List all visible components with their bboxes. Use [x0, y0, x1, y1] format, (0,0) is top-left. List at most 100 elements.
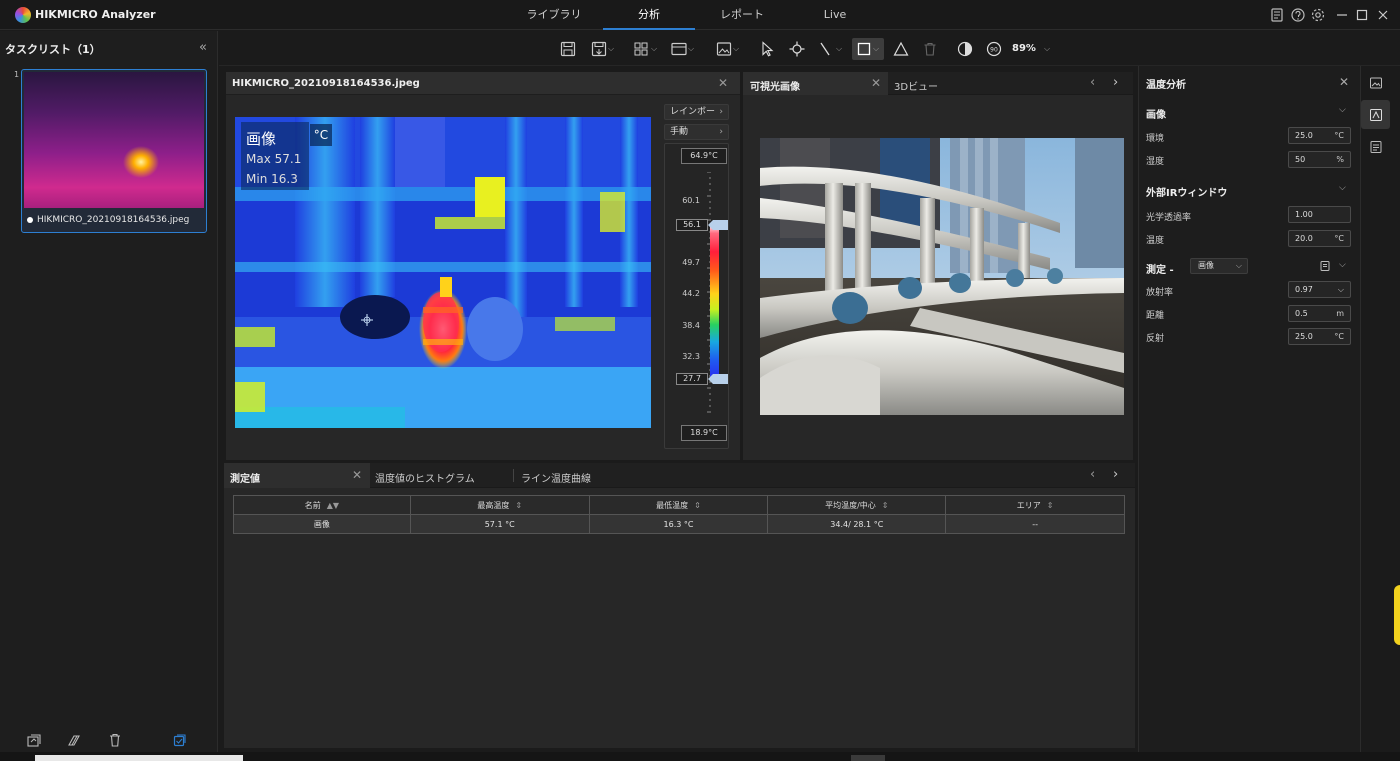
table-cell: 57.1 °C	[409, 514, 590, 534]
tab-library[interactable]: ライブラリ	[514, 0, 594, 30]
column-header[interactable]: エリア ⇕	[945, 495, 1125, 515]
settings-icon[interactable]	[1310, 7, 1326, 23]
temperature-analysis-icon[interactable]	[1369, 108, 1383, 122]
ir-temp-input[interactable]: 20.0 °C	[1288, 230, 1351, 247]
line-dropdown-icon[interactable]: ⌵	[836, 44, 842, 54]
task-index: 1	[14, 70, 20, 79]
measurements-close-icon[interactable]: ✕	[352, 468, 362, 482]
tab-analysis[interactable]: 分析	[603, 0, 695, 30]
transmittance-label: 光学透過率	[1146, 213, 1192, 223]
batch-icon[interactable]	[66, 732, 82, 748]
rectangle-tool-icon[interactable]	[855, 40, 873, 58]
display-dropdown-icon[interactable]: ⌵	[688, 44, 694, 54]
rotate-90-icon[interactable]: 90	[985, 40, 1003, 58]
column-header[interactable]: 名前 ▲▼	[233, 495, 411, 515]
table-cell: 16.3 °C	[588, 514, 769, 534]
contrast-icon[interactable]	[956, 40, 974, 58]
visible-close-icon[interactable]: ✕	[871, 76, 881, 90]
high-marker-value[interactable]: 56.1	[676, 219, 708, 231]
ambient-input[interactable]: 25.0 °C	[1288, 127, 1351, 144]
table-cell: --	[945, 514, 1125, 534]
zoom-dropdown-icon[interactable]: ⌵	[1044, 44, 1050, 54]
scale-min-input[interactable]: 18.9°C	[681, 425, 727, 441]
scale-tick-label: 32.3	[682, 352, 700, 361]
column-header[interactable]: 最低温度 ⇕	[588, 495, 769, 515]
task-list-title: タスクリスト（1）	[5, 43, 101, 56]
layout-dropdown-icon[interactable]: ⌵	[651, 44, 657, 54]
reflected-input[interactable]: 25.0 °C	[1288, 328, 1351, 345]
image-edit-dropdown-icon[interactable]: ⌵	[733, 44, 739, 54]
emissivity-select[interactable]: 0.97 ⌵	[1288, 281, 1351, 298]
tab-line-curve[interactable]: ライン温度曲線	[521, 470, 591, 485]
tab-3d-view[interactable]: 3Dビュー	[894, 78, 938, 93]
delete-task-icon[interactable]	[107, 732, 123, 748]
point-tool-icon[interactable]	[788, 40, 806, 58]
notes-icon[interactable]	[1269, 7, 1285, 23]
app-logo-icon	[15, 7, 31, 23]
chevron-right-icon: ›	[719, 127, 723, 137]
tab-histogram[interactable]: 温度値のヒストグラム	[375, 470, 475, 485]
chevron-down-icon[interactable]: ⌵	[1339, 105, 1346, 115]
pointer-icon[interactable]	[758, 40, 776, 58]
distance-input[interactable]: 0.5 m	[1288, 305, 1351, 322]
range-mode-selector[interactable]: 手動 ›	[664, 124, 729, 140]
minimize-icon[interactable]	[1334, 7, 1350, 23]
right-icon-bar	[1360, 66, 1400, 761]
close-icon[interactable]	[1375, 7, 1391, 23]
tab-report[interactable]: レポート	[700, 0, 784, 30]
layout-grid-icon[interactable]	[633, 40, 651, 58]
import-icon[interactable]	[26, 732, 42, 748]
chevron-right-icon[interactable]: ›	[1113, 467, 1118, 482]
emissivity-value: 0.97	[1295, 285, 1313, 294]
task-filename: HIKMICRO_20210918164536.jpeg	[37, 215, 190, 225]
line-tool-icon[interactable]	[817, 40, 835, 58]
scale-tick-label: 49.7	[682, 258, 700, 267]
palette-label: レインボー	[670, 107, 716, 117]
image-file-title: HIKMICRO_20210918164536.jpeg	[232, 78, 420, 89]
panel-close-icon[interactable]: ✕	[1339, 75, 1349, 89]
copy-params-icon[interactable]	[1319, 260, 1331, 272]
section-image: 画像	[1146, 110, 1166, 121]
help-icon[interactable]	[1290, 7, 1306, 23]
image-info-icon[interactable]	[1369, 76, 1383, 90]
toolbar	[219, 31, 1400, 66]
table-cell: 34.4/ 28.1 °C	[767, 514, 947, 534]
low-marker-value[interactable]: 27.7	[676, 373, 708, 385]
maximize-icon[interactable]	[1354, 7, 1370, 23]
panel-title: 温度分析	[1146, 80, 1186, 91]
image-close-icon[interactable]: ✕	[718, 76, 728, 90]
chevron-down-icon[interactable]: ⌵	[1339, 260, 1346, 270]
chevron-down-icon[interactable]: ⌵	[1339, 183, 1346, 193]
collapse-panel-icon[interactable]: «	[199, 40, 207, 55]
rectangle-dropdown-icon[interactable]: ⌵	[873, 44, 879, 54]
chevron-left-icon[interactable]: ‹	[1090, 467, 1095, 482]
ir-temp-label: 温度	[1146, 236, 1165, 246]
transmittance-input[interactable]: 1.00	[1288, 206, 1351, 223]
color-bar	[710, 224, 719, 379]
table-cell: 画像	[233, 514, 411, 534]
visible-photo[interactable]	[760, 138, 1124, 415]
high-marker-handle[interactable]	[708, 220, 728, 230]
humidity-input[interactable]: 50%	[1288, 151, 1351, 168]
save-as-icon[interactable]	[590, 40, 608, 58]
chevron-left-icon[interactable]: ‹	[1090, 75, 1095, 90]
overlay-unit: °C	[310, 124, 332, 146]
delete-icon[interactable]	[921, 40, 939, 58]
save-icon[interactable]	[559, 40, 577, 58]
image-edit-icon[interactable]	[715, 40, 733, 58]
palette-selector[interactable]: レインボー ›	[664, 104, 729, 120]
save-as-dropdown-icon[interactable]: ⌵	[608, 44, 614, 54]
scale-max-input[interactable]: 64.9°C	[681, 148, 727, 164]
display-mode-icon[interactable]	[670, 40, 688, 58]
tab-live[interactable]: Live	[800, 0, 870, 30]
chevron-right-icon[interactable]: ›	[1113, 75, 1118, 90]
measure-target-select[interactable]: 画像 ⌵	[1190, 258, 1248, 274]
task-thumbnail-image[interactable]	[24, 72, 204, 208]
low-marker-handle[interactable]	[708, 374, 728, 384]
column-header[interactable]: 平均温度/中心 ⇕	[767, 495, 947, 515]
select-all-icon[interactable]	[172, 732, 188, 748]
column-header[interactable]: 最高温度 ⇕	[409, 495, 590, 515]
notes-list-icon[interactable]	[1369, 140, 1383, 154]
table-row[interactable]: 画像 57.1 °C 16.3 °C 34.4/ 28.1 °C --	[233, 514, 1125, 534]
polygon-tool-icon[interactable]	[892, 40, 910, 58]
